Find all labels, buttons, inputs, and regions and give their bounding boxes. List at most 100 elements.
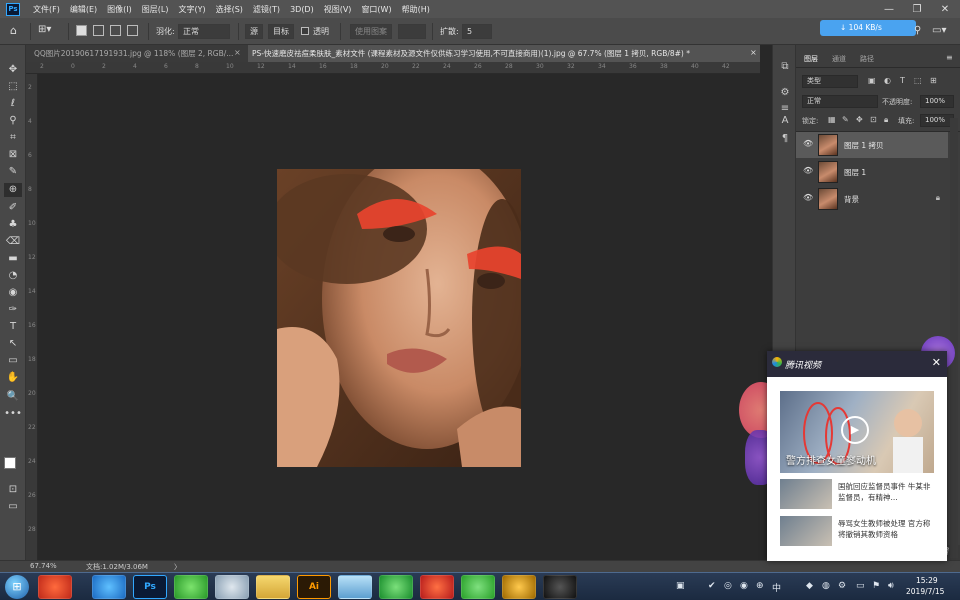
lock-pixels-icon[interactable]: ✎ bbox=[842, 115, 849, 124]
filter-type-icon[interactable]: T bbox=[900, 76, 905, 85]
search-icon[interactable]: ⚲ bbox=[914, 25, 921, 36]
close-icon[interactable]: ✕ bbox=[932, 356, 941, 369]
brush-tool-icon[interactable]: ✐ bbox=[4, 201, 22, 215]
app-360-icon[interactable] bbox=[38, 575, 72, 599]
crop-tool-icon[interactable]: ⌗ bbox=[4, 131, 22, 145]
tab-qq-image[interactable]: QQ图片20190617191931.jpg @ 118% (图层 2, RGB… bbox=[30, 45, 244, 62]
destination-button[interactable]: 目标 bbox=[268, 24, 294, 39]
use-pattern-button[interactable]: 使用图案 bbox=[350, 24, 392, 39]
menu-window[interactable]: 窗口(W) bbox=[356, 4, 396, 15]
tray-network-icon[interactable]: ▣ bbox=[676, 581, 685, 591]
eraser-tool-icon[interactable]: ▬ bbox=[4, 252, 22, 266]
panel-menu-icon[interactable]: ≡ bbox=[946, 53, 953, 62]
app-illustrator-icon[interactable]: Ai bbox=[297, 575, 331, 599]
close-window-button[interactable]: ✕ bbox=[932, 0, 958, 18]
zoom-level[interactable]: 67.74% bbox=[30, 562, 57, 570]
app-wechat-icon[interactable] bbox=[461, 575, 495, 599]
intersect-selection-icon[interactable] bbox=[127, 25, 138, 36]
app-video-player-icon[interactable] bbox=[174, 575, 208, 599]
patch-tool-icon[interactable]: ⊕ bbox=[4, 183, 22, 197]
tray-settings-icon[interactable]: ⚙ bbox=[838, 581, 846, 591]
minimize-button[interactable]: — bbox=[876, 0, 902, 18]
foreground-color-swatch[interactable] bbox=[4, 457, 16, 469]
zoom-tool-icon[interactable]: ••• bbox=[4, 407, 22, 421]
tab-layers[interactable]: 图层 bbox=[804, 54, 818, 64]
history-brush-tool-icon[interactable]: ⌫ bbox=[4, 235, 22, 249]
app-obs-icon[interactable] bbox=[543, 575, 577, 599]
paragraph-panel-icon[interactable]: ¶ bbox=[779, 133, 791, 145]
type-tool-icon[interactable]: ↖ bbox=[4, 337, 22, 351]
app-360-browser-icon[interactable] bbox=[379, 575, 413, 599]
play-icon[interactable]: ▶ bbox=[841, 416, 869, 444]
tray-antivirus-icon[interactable]: ⊕ bbox=[756, 581, 764, 591]
shape-tool-icon[interactable]: ✋ bbox=[4, 371, 22, 385]
screen-mode-icon[interactable]: ▭ bbox=[4, 500, 22, 514]
lasso-tool-icon[interactable]: ℓ bbox=[4, 97, 22, 111]
start-button[interactable]: ⊞ bbox=[5, 575, 29, 599]
app-game-icon[interactable] bbox=[502, 575, 536, 599]
tab-paths[interactable]: 路径 bbox=[860, 54, 874, 64]
tray-app-icon[interactable]: ✔ bbox=[708, 581, 716, 591]
tab-active-document[interactable]: PS-快速磨皮祛痘柔肤肤_素材文件 (课程素材及源文件仅供练习学习使用,不可直接… bbox=[248, 45, 760, 62]
tab-close-icon[interactable]: × bbox=[234, 48, 241, 57]
menu-help[interactable]: 帮助(H) bbox=[397, 4, 435, 15]
more-tools-icon[interactable] bbox=[4, 427, 22, 441]
menu-view[interactable]: 视图(V) bbox=[319, 4, 357, 15]
lock-transparent-icon[interactable]: ▦ bbox=[828, 115, 836, 124]
lock-artboard-icon[interactable]: ⊡ bbox=[870, 115, 877, 124]
quick-select-tool-icon[interactable]: ⚲ bbox=[4, 114, 22, 128]
menu-edit[interactable]: 编辑(E) bbox=[65, 4, 102, 15]
tray-app2-icon[interactable]: ◆ bbox=[806, 581, 813, 591]
tab-channels[interactable]: 通道 bbox=[832, 54, 846, 64]
app-qq-icon[interactable] bbox=[215, 575, 249, 599]
home-icon[interactable]: ⌂ bbox=[10, 24, 17, 37]
hand-tool-icon[interactable]: 🔍 bbox=[4, 390, 22, 404]
tray-flag-icon[interactable]: ⚑ bbox=[872, 581, 880, 591]
filter-pixel-icon[interactable]: ▣ bbox=[868, 76, 876, 85]
featured-video-thumbnail[interactable]: ▶ 警方排查女童寥动机 bbox=[780, 391, 934, 473]
menu-3d[interactable]: 3D(D) bbox=[285, 5, 319, 14]
news-thumbnail[interactable] bbox=[780, 516, 832, 546]
layers-scrollbar[interactable] bbox=[950, 118, 958, 558]
news-thumbnail[interactable] bbox=[780, 479, 832, 509]
clone-stamp-tool-icon[interactable]: ♣ bbox=[4, 218, 22, 232]
history-panel-icon[interactable]: ⧉ bbox=[779, 61, 791, 73]
clock-date[interactable]: 2019/7/15 bbox=[906, 587, 944, 596]
dodge-tool-icon[interactable]: ✑ bbox=[4, 303, 22, 317]
opacity-input[interactable]: 100% bbox=[920, 95, 954, 108]
app-baidu-netdisk-icon[interactable] bbox=[92, 575, 126, 599]
path-selection-tool-icon[interactable]: ▭ bbox=[4, 354, 22, 368]
frame-tool-icon[interactable]: ⊠ bbox=[4, 148, 22, 162]
news-item-1[interactable]: 国航回应监督员事件 牛某非监督员，有精神... bbox=[838, 481, 934, 503]
layer-row-background[interactable]: 👁︎ 背景 🔒︎ bbox=[796, 186, 948, 212]
app-mascot-icon[interactable] bbox=[420, 575, 454, 599]
lock-position-icon[interactable]: ✥ bbox=[856, 115, 863, 124]
status-menu-arrow[interactable]: 〉 bbox=[174, 562, 181, 572]
mode-select[interactable]: 正常 bbox=[178, 24, 230, 39]
portrait-photo[interactable] bbox=[277, 169, 521, 467]
menu-file[interactable]: 文件(F) bbox=[28, 4, 65, 15]
visibility-eye-icon[interactable]: 👁︎ bbox=[803, 139, 813, 148]
menu-select[interactable]: 选择(S) bbox=[211, 4, 248, 15]
restore-button[interactable]: ❐ bbox=[904, 0, 930, 18]
tray-security-icon[interactable]: ◍ bbox=[822, 581, 830, 591]
properties-panel-icon[interactable]: ⚙ bbox=[779, 87, 791, 99]
diffusion-select[interactable]: 5 bbox=[462, 24, 492, 39]
layer-name[interactable]: 背景 bbox=[844, 194, 859, 205]
marquee-tool-icon[interactable]: ⬚ bbox=[4, 80, 22, 94]
tray-qq-icon[interactable]: ◎ bbox=[724, 581, 732, 591]
menu-type[interactable]: 文字(Y) bbox=[173, 4, 210, 15]
workspace-icon[interactable]: ▭▾ bbox=[932, 25, 946, 36]
app-photoshop-icon[interactable]: Ps bbox=[133, 575, 167, 599]
move-tool-icon[interactable]: ✥ bbox=[4, 63, 22, 77]
adjustments-panel-icon[interactable]: ≡ bbox=[779, 103, 791, 115]
visibility-eye-icon[interactable]: 👁︎ bbox=[803, 166, 813, 175]
visibility-eye-icon[interactable]: 👁︎ bbox=[803, 193, 813, 202]
lock-all-icon[interactable]: 🔒︎ bbox=[884, 115, 888, 125]
menu-filter[interactable]: 滤镜(T) bbox=[248, 4, 285, 15]
filter-adjustment-icon[interactable]: ◐ bbox=[884, 76, 891, 85]
tray-ime-icon[interactable]: 中 bbox=[772, 581, 781, 594]
filter-shape-icon[interactable]: ⬚ bbox=[914, 76, 922, 85]
tray-display-icon[interactable]: ▭ bbox=[856, 581, 865, 591]
tray-volume-icon[interactable]: 🔊︎ bbox=[888, 581, 894, 591]
